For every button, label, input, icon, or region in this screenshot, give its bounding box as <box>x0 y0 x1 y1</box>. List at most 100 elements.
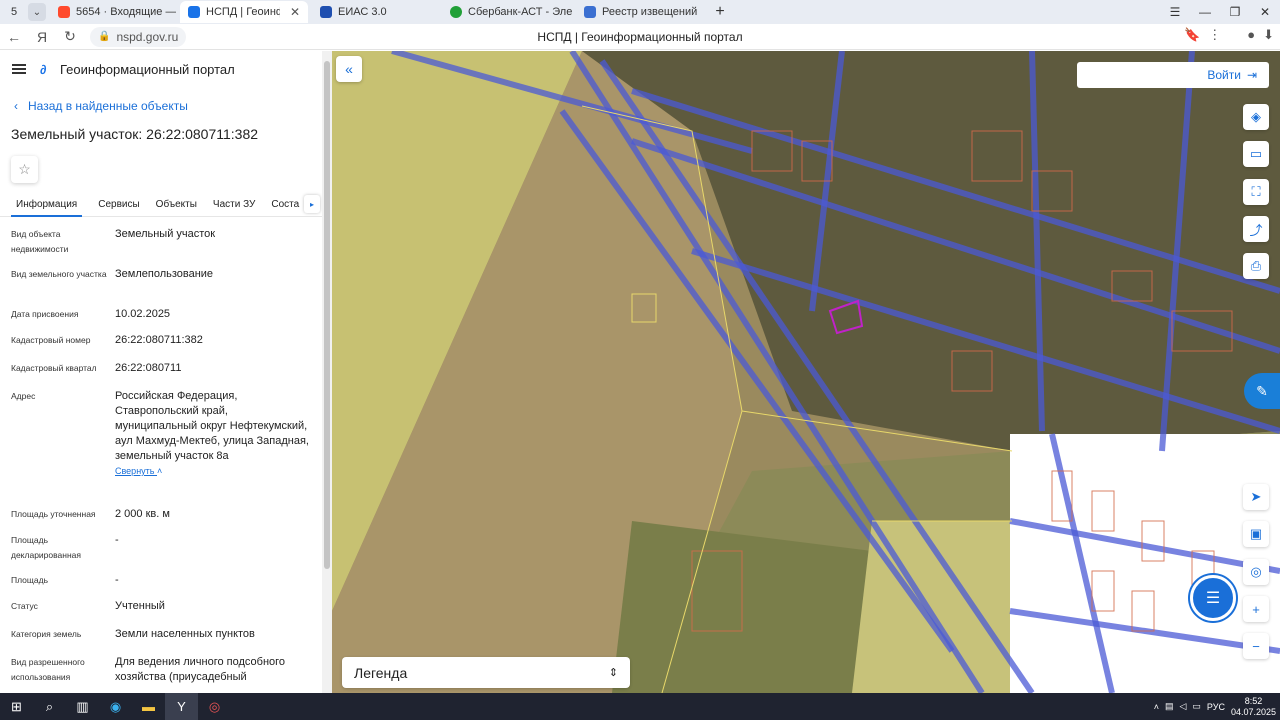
object-tabs: Информация Сервисы Объекты Части ЗУ Сост… <box>0 193 332 217</box>
tab-objects[interactable]: Объекты <box>156 193 197 217</box>
sidebar-scrollbar[interactable] <box>322 51 332 693</box>
layers-icon[interactable]: ◈ <box>1243 104 1269 130</box>
mail-icon <box>58 6 70 18</box>
attr-key: Дата присвоения <box>11 309 79 319</box>
attr-key: Площадь декларированная <box>11 535 81 560</box>
tab-title: Сбербанк-АСТ - Электро <box>468 6 572 18</box>
tab-title: 5654 · Входящие — Яндекс <box>76 6 176 18</box>
back-to-results-link[interactable]: ‹ Назад в найденные объекты <box>14 99 332 113</box>
collapse-panel-button[interactable]: « <box>336 56 362 82</box>
tab-count[interactable]: 5 <box>4 3 24 21</box>
attributes-list: Вид объекта недвижимости Земельный участ… <box>0 227 332 693</box>
geolocation-icon[interactable]: ◎ <box>1243 559 1269 585</box>
select-area-icon[interactable]: ⛶ <box>1243 179 1269 205</box>
attr-value: 2 000 кв. м <box>115 508 170 520</box>
task-view-icon[interactable]: ▥ <box>66 693 99 720</box>
login-label: Войти <box>1207 68 1241 82</box>
zoom-in-icon[interactable]: + <box>1243 596 1269 622</box>
volume-icon[interactable]: ◁ <box>1179 701 1186 712</box>
restore-icon[interactable]: ❐ <box>1220 0 1250 24</box>
legend-dropdown[interactable]: Легенда ⇕ <box>342 657 630 688</box>
app-icon[interactable]: ◎ <box>198 693 231 720</box>
nspd-icon <box>188 6 200 18</box>
edge-icon[interactable]: ◉ <box>99 693 132 720</box>
back-icon[interactable]: ← <box>0 29 28 45</box>
ruler-icon[interactable]: ▭ <box>1243 141 1269 167</box>
tab-composition[interactable]: Соста <box>271 193 299 217</box>
more-icon[interactable]: ⋮ <box>1208 27 1221 43</box>
yandex-icon[interactable]: Я <box>28 29 56 45</box>
attr-key: Кадастровый квартал <box>11 363 97 373</box>
search-icon[interactable]: ⌕ <box>33 693 66 720</box>
collapse-label: Свернуть <box>115 466 155 476</box>
map-view[interactable] <box>332 51 1280 693</box>
login-icon: ⇥ <box>1246 68 1257 82</box>
close-window-icon[interactable]: ✕ <box>1250 0 1280 24</box>
attribute-row: Площадь уточненная 2 000 кв. м <box>0 507 332 533</box>
share-icon[interactable]: ⤴ <box>1243 216 1269 242</box>
clock[interactable]: 8:52 04.07.2025 <box>1231 696 1276 718</box>
collapse-link[interactable]: Свернуть ˄ <box>115 466 311 476</box>
tabs-dropdown-icon[interactable]: ⌄ <box>28 3 46 21</box>
attribute-row: Статус Учтенный <box>0 599 332 627</box>
tray-up-icon[interactable]: ˄ <box>1154 702 1159 712</box>
window-controls: ☰ — ❐ ✕ <box>1160 0 1280 24</box>
back-label: Назад в найденные объекты <box>28 99 188 113</box>
language-indicator[interactable]: РУС <box>1207 702 1225 712</box>
tab-info[interactable]: Информация <box>11 193 83 217</box>
print-icon[interactable]: ⎙ <box>1243 253 1269 279</box>
browser-tab-active[interactable]: НСПД | Геоинформационный ✕ <box>180 1 308 23</box>
browser-tab[interactable]: Сбербанк-АСТ - Электро <box>442 1 572 23</box>
date: 04.07.2025 <box>1230 706 1276 717</box>
reload-icon[interactable]: ↻ <box>56 28 84 45</box>
attr-value: Земельный участок <box>115 228 216 240</box>
windows-start-icon[interactable]: ⊞ <box>0 693 33 720</box>
browser-tab[interactable]: ЕИАС 3.0 <box>312 1 438 23</box>
navigation-icon[interactable]: ➤ <box>1243 484 1269 510</box>
chevron-up-icon: ˄ <box>157 466 163 476</box>
scrollbar-thumb[interactable] <box>324 61 330 569</box>
login-button[interactable]: Войти ⇥ <box>1077 62 1269 88</box>
chat-button[interactable]: ☰ <box>1190 575 1236 621</box>
browser-tab[interactable]: 5654 · Входящие — Яндекс <box>50 1 176 23</box>
attr-key: Площадь <box>11 575 49 585</box>
close-tab-icon[interactable]: ✕ <box>290 5 300 19</box>
attr-value: Земли населенных пунктов <box>115 628 255 640</box>
address-bar: ← Я ↻ 🔒 nspd.gov.ru НСПД | Геоинформацио… <box>0 24 1280 50</box>
minimap-icon[interactable]: ▣ <box>1243 521 1269 547</box>
attribute-row: Кадастровый номер 26:22:080711:382 <box>0 333 332 361</box>
tab-services[interactable]: Сервисы <box>98 193 139 217</box>
tabs-next-icon[interactable]: ▸ <box>304 195 320 213</box>
lock-icon: 🔒 <box>98 31 111 42</box>
tab-title: НСПД | Геоинформационный <box>206 6 280 18</box>
attribute-row: Площадь декларированная - <box>0 533 332 573</box>
menu-icon[interactable]: ☰ <box>1160 0 1190 24</box>
satellite-map[interactable] <box>332 51 1280 693</box>
new-tab-button[interactable]: + <box>710 3 730 21</box>
menu-burger-icon[interactable] <box>12 64 26 74</box>
attribute-row: Вид разрешенного использования Для веден… <box>0 655 332 693</box>
file-explorer-icon[interactable]: ▬ <box>132 693 165 720</box>
scale-bar: 100 м <box>1203 680 1245 691</box>
network-icon[interactable]: ▤ <box>1165 701 1174 712</box>
attr-value: - <box>115 534 119 546</box>
tab-title: ЕИАС 3.0 <box>338 6 387 18</box>
attr-key: Статус <box>11 601 38 611</box>
bookmark-icon[interactable]: 🔖 <box>1184 27 1200 43</box>
windows-taskbar: ⊞ ⌕ ▥ ◉ ▬ Y ◎ ˄ ▤ ◁ ▭ РУС 8:52 04.07.202… <box>0 693 1280 720</box>
zoom-out-icon[interactable]: − <box>1243 633 1269 659</box>
feedback-side-icon[interactable]: ✎ <box>1244 373 1280 409</box>
url-field[interactable]: 🔒 nspd.gov.ru <box>90 26 187 47</box>
favorite-star-button[interactable]: ☆ <box>11 156 38 183</box>
minimize-icon[interactable]: — <box>1190 0 1220 24</box>
attr-value: 26:22:080711:382 <box>115 334 203 346</box>
tab-parts[interactable]: Части ЗУ <box>213 193 255 217</box>
attribute-row: Дата присвоения 10.02.2025 <box>0 307 332 333</box>
downloads-icon[interactable]: ⬇ <box>1263 27 1274 43</box>
battery-icon[interactable]: ▭ <box>1192 701 1201 712</box>
extension-icon[interactable]: ● <box>1247 27 1255 43</box>
yandex-browser-icon[interactable]: Y <box>165 693 198 720</box>
attr-key: Вид объекта недвижимости <box>11 229 69 254</box>
sidebar-header: ∂ Геоинформационный портал <box>0 51 332 87</box>
browser-tab[interactable]: Реестр извещений <box>576 1 704 23</box>
